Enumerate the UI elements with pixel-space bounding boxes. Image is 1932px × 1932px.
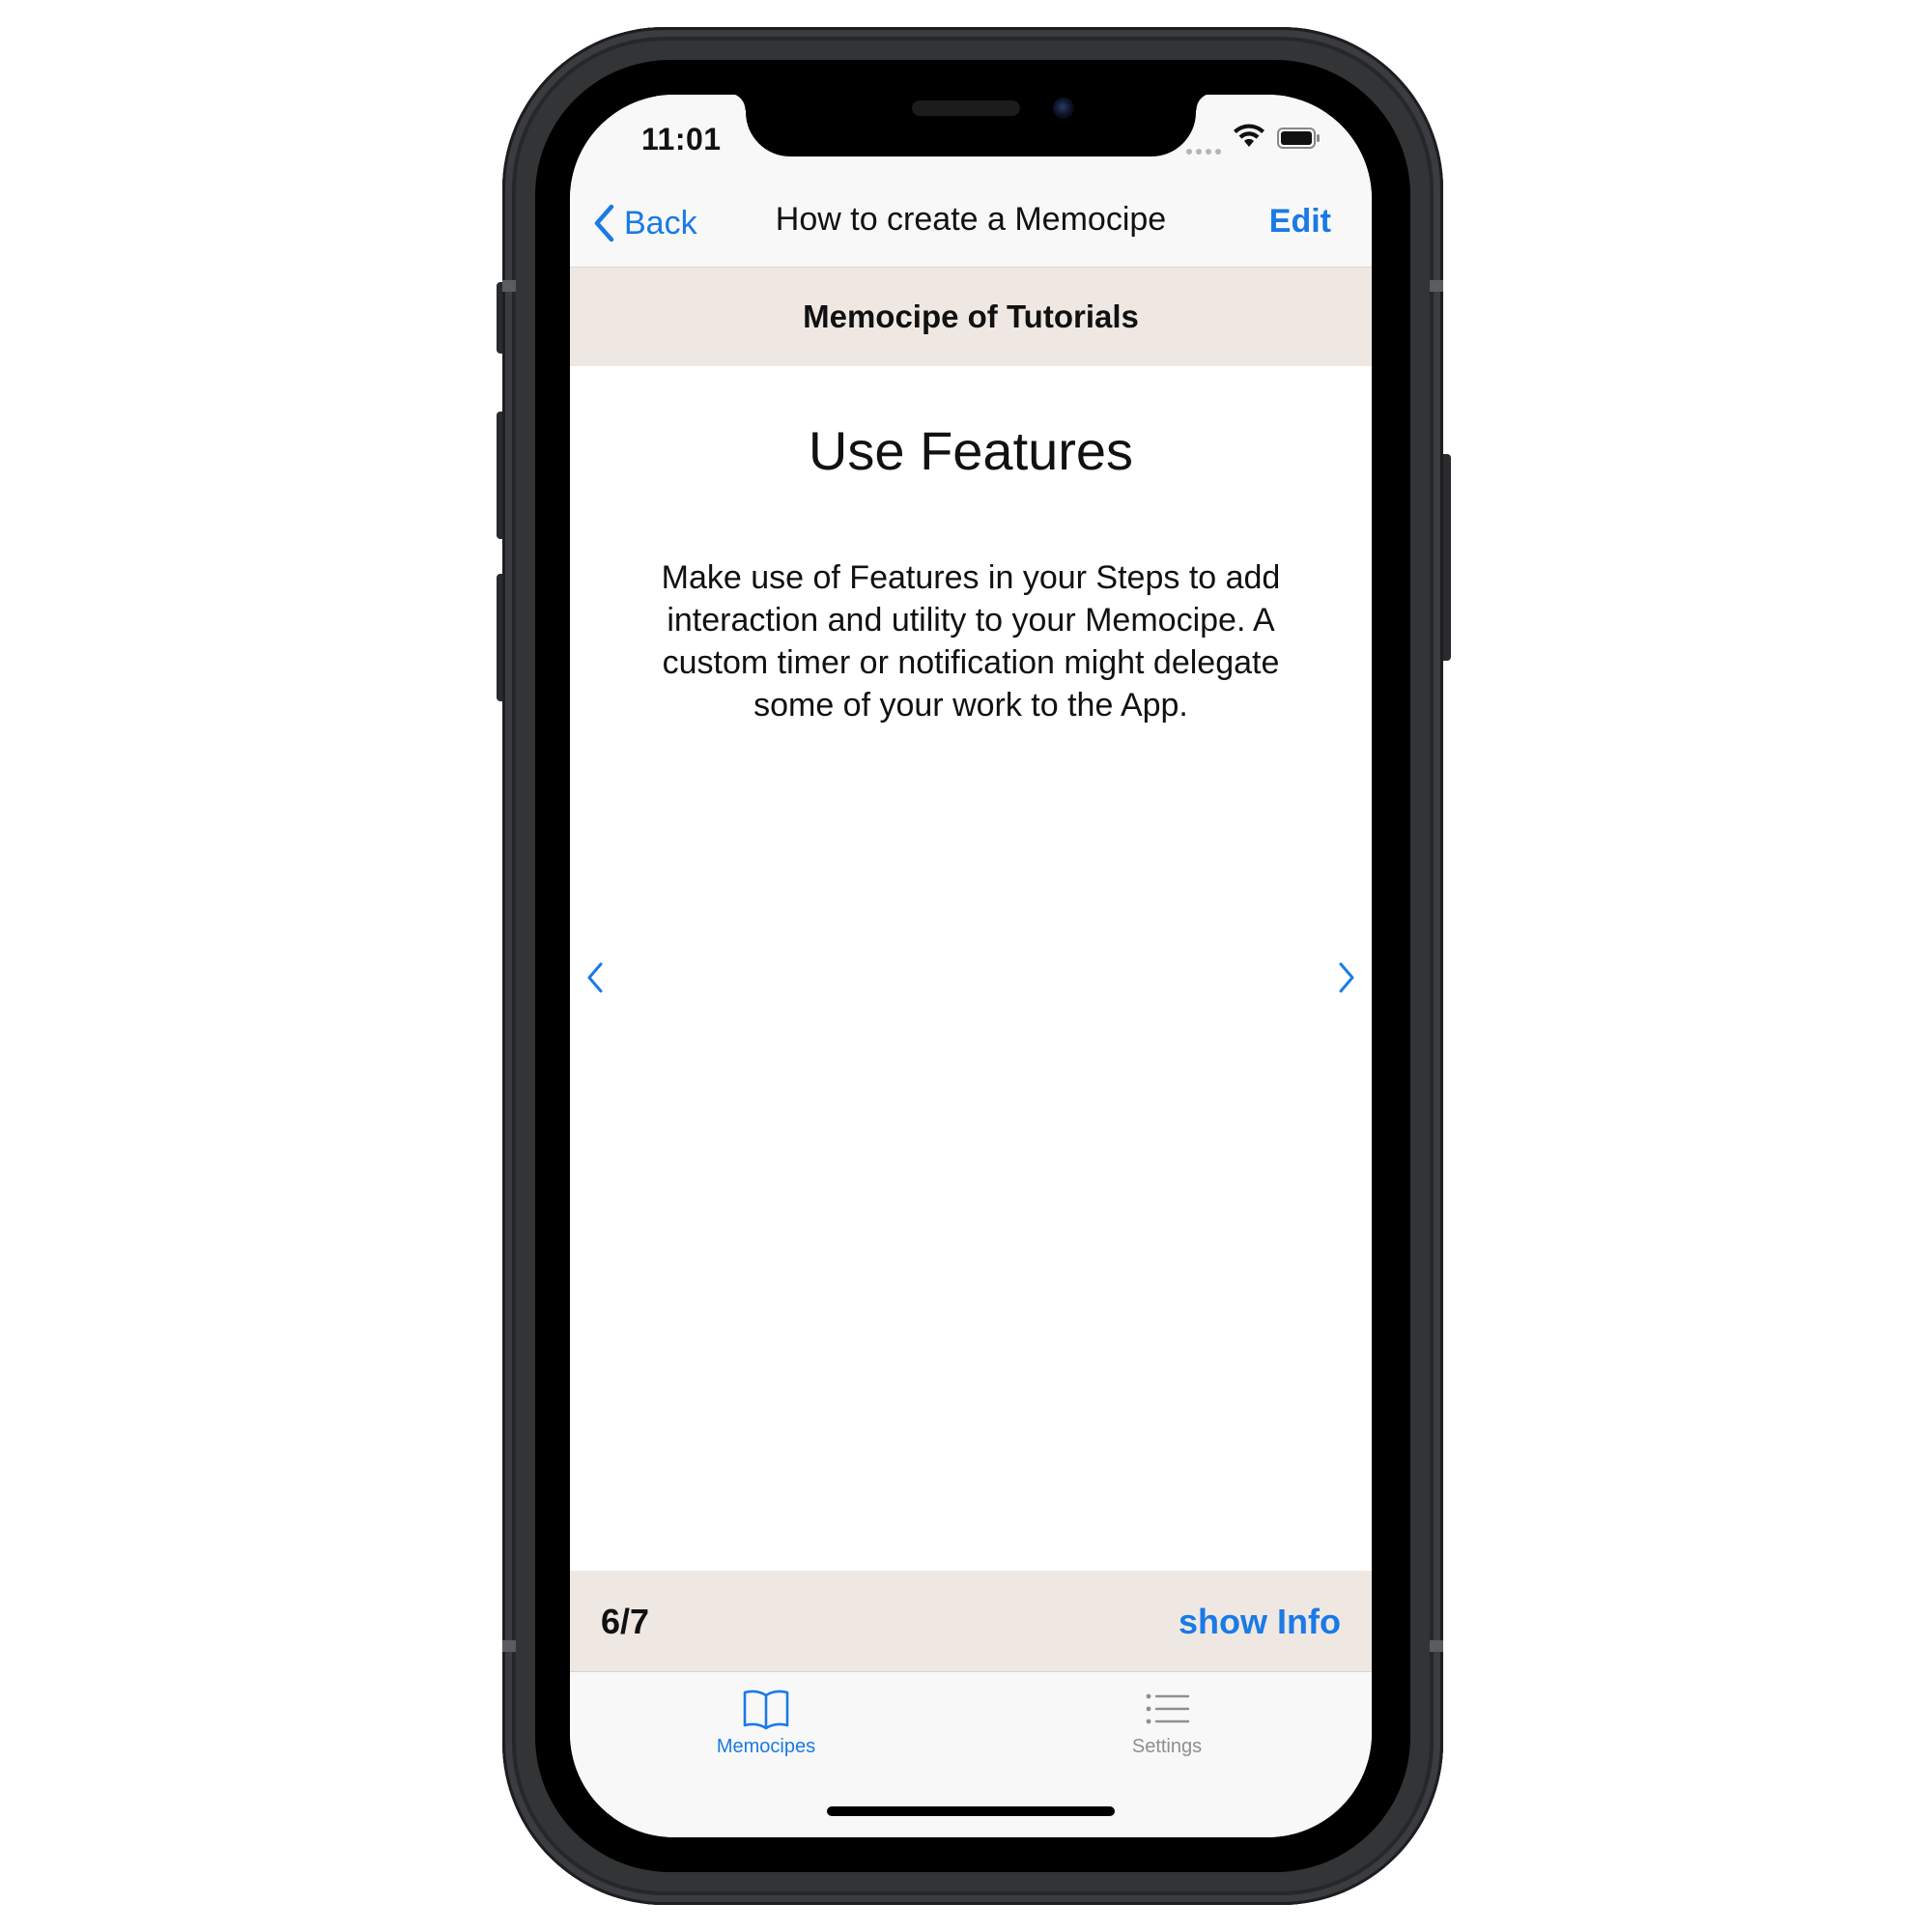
front-camera [1053, 98, 1074, 119]
device-mockup: 11:01 Back How to create a Memocipe Edit… [0, 0, 1932, 1932]
tab-memocipes-label: Memocipes [716, 1736, 816, 1757]
nav-title: How to create a Memocipe [775, 201, 1167, 238]
chevron-right-icon [1339, 962, 1354, 993]
chevron-left-icon [587, 962, 603, 993]
tab-settings-label: Settings [1131, 1736, 1203, 1757]
previous-step-button[interactable] [576, 952, 614, 1003]
list-icon [1146, 1693, 1190, 1724]
tab-settings[interactable]: Settings [1070, 1688, 1264, 1758]
earpiece-speaker [912, 100, 1020, 116]
home-indicator[interactable] [827, 1806, 1115, 1816]
cellular-signal-icon [1186, 145, 1225, 155]
step-footer: 6/7 show Info [570, 1571, 1372, 1671]
memocipe-header: Memocipe of Tutorials [570, 268, 1372, 366]
page-indicator: 6/7 [601, 1602, 650, 1641]
navigation-bar: Back How to create a Memocipe Edit [570, 180, 1372, 268]
battery-icon [1277, 128, 1320, 149]
app-screen: 11:01 Back How to create a Memocipe Edit… [570, 95, 1372, 1837]
next-step-button[interactable] [1327, 952, 1366, 1003]
book-icon [743, 1690, 789, 1730]
notch [728, 95, 1213, 156]
step-description: Make use of Features in your Steps to ad… [661, 559, 1281, 724]
wifi-icon [1234, 124, 1264, 147]
edit-button[interactable]: Edit [1269, 203, 1331, 241]
status-time: 11:01 [641, 122, 722, 156]
memocipe-header-title: Memocipe of Tutorials [803, 298, 1139, 334]
step-title: Use Features [808, 420, 1134, 481]
show-info-button[interactable]: show Info [1179, 1602, 1341, 1642]
tab-memocipes[interactable]: Memocipes [669, 1688, 863, 1758]
